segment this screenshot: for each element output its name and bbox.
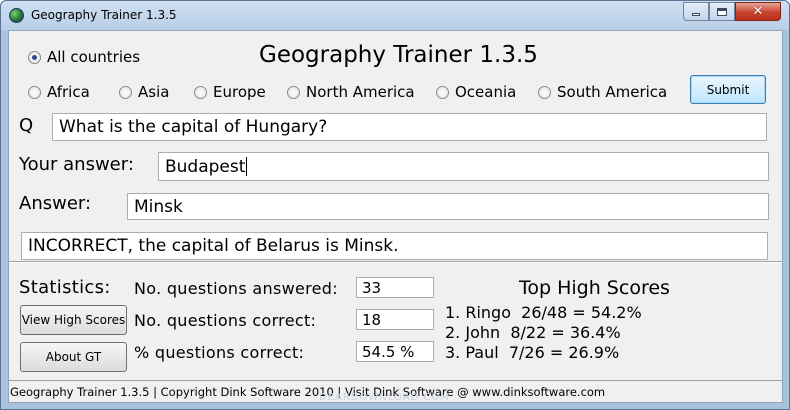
high-score-row: 3. Paul 7/26 = 26.9% bbox=[445, 343, 620, 362]
radio-indicator bbox=[28, 85, 41, 99]
maximize-button[interactable] bbox=[709, 2, 735, 21]
minimize-button[interactable] bbox=[683, 2, 709, 21]
globe-icon bbox=[9, 8, 24, 23]
question-field: What is the capital of Hungary? bbox=[52, 113, 767, 141]
about-button[interactable]: About GT bbox=[20, 342, 127, 372]
question-label: Q bbox=[19, 115, 34, 136]
radio-indicator bbox=[28, 50, 41, 64]
radio-oceania[interactable]: Oceania bbox=[436, 83, 516, 101]
radio-indicator bbox=[436, 85, 449, 99]
percent-label: % questions correct: bbox=[134, 343, 305, 362]
radio-north-america[interactable]: North America bbox=[287, 83, 415, 101]
radio-indicator bbox=[119, 85, 132, 99]
radio-indicator bbox=[287, 85, 300, 99]
radio-indicator bbox=[538, 85, 551, 99]
view-high-scores-button[interactable]: View High Scores bbox=[20, 305, 127, 335]
radio-label: Asia bbox=[138, 83, 170, 101]
radio-label: All countries bbox=[47, 48, 141, 66]
window-title: Geography Trainer 1.3.5 bbox=[31, 8, 177, 22]
minimize-icon bbox=[692, 13, 700, 16]
app-title: Geography Trainer 1.3.5 bbox=[259, 42, 538, 68]
radio-all-countries[interactable]: All countries bbox=[28, 48, 140, 66]
answered-count: 33 bbox=[356, 277, 434, 298]
radio-south-america[interactable]: South America bbox=[538, 83, 667, 101]
section-divider bbox=[9, 261, 782, 263]
close-button[interactable]: ✕ bbox=[735, 2, 781, 21]
radio-label: Africa bbox=[47, 83, 90, 101]
watermark-text: DEARDOWNLOAD.COM bbox=[319, 392, 450, 403]
answered-label: No. questions answered: bbox=[134, 279, 338, 298]
correct-count: 18 bbox=[356, 309, 434, 330]
app-window: Geography Trainer 1.3.5 ✕ All countries … bbox=[0, 0, 790, 410]
high-score-row: 1. Ringo 26/48 = 54.2% bbox=[445, 303, 642, 322]
radio-africa[interactable]: Africa bbox=[28, 83, 90, 101]
percent-correct: 54.5 % bbox=[356, 341, 434, 362]
radio-label: South America bbox=[557, 83, 668, 101]
radio-indicator bbox=[194, 85, 207, 99]
submit-button[interactable]: Submit bbox=[690, 75, 766, 104]
correct-label: No. questions correct: bbox=[134, 311, 317, 330]
radio-label: Oceania bbox=[455, 83, 517, 101]
radio-europe[interactable]: Europe bbox=[194, 83, 266, 101]
maximize-icon bbox=[717, 7, 727, 16]
feedback-field: INCORRECT, the capital of Belarus is Min… bbox=[21, 232, 768, 260]
client-area: All countries Geography Trainer 1.3.5 Af… bbox=[8, 30, 783, 403]
text-caret bbox=[246, 157, 248, 176]
your-answer-label: Your answer: bbox=[19, 154, 134, 175]
radio-label: Europe bbox=[213, 83, 266, 101]
your-answer-input[interactable]: Budapest bbox=[158, 152, 769, 181]
radio-label: North America bbox=[306, 83, 415, 101]
high-scores-title: Top High Scores bbox=[519, 277, 670, 299]
answer-field: Minsk bbox=[127, 193, 769, 220]
answer-label: Answer: bbox=[19, 193, 92, 214]
your-answer-value: Budapest bbox=[165, 156, 246, 177]
radio-asia[interactable]: Asia bbox=[119, 83, 169, 101]
statistics-label: Statistics: bbox=[19, 277, 111, 298]
title-bar[interactable]: Geography Trainer 1.3.5 ✕ bbox=[1, 1, 789, 30]
high-score-row: 2. John 8/22 = 36.4% bbox=[445, 323, 621, 342]
close-icon: ✕ bbox=[752, 4, 764, 19]
